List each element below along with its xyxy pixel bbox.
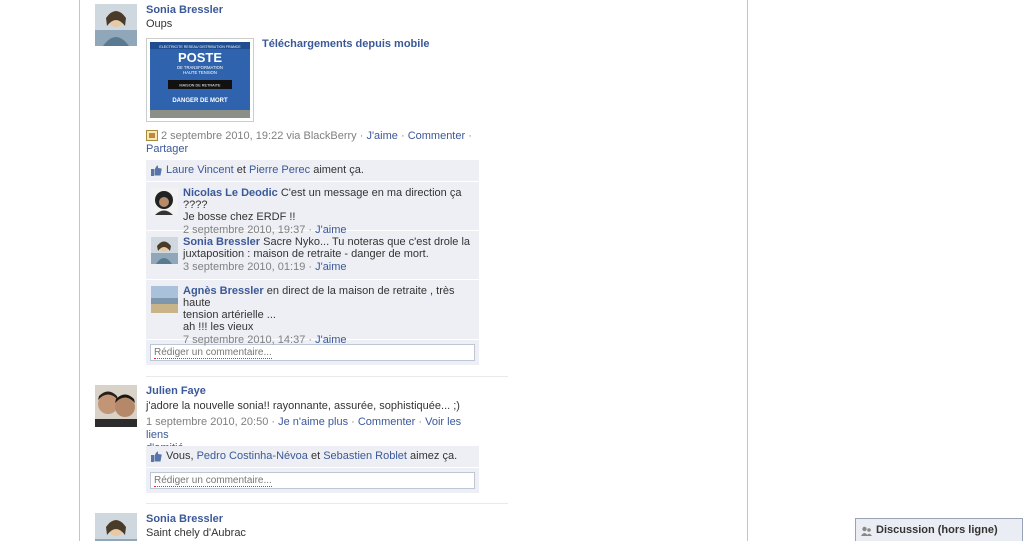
comment-link[interactable]: Commenter: [358, 416, 415, 428]
comment-item: Agnès Bressler en direct de la maison de…: [146, 280, 479, 346]
post-author[interactable]: Julien Faye: [146, 385, 460, 398]
post-separator: [146, 376, 508, 377]
commenter-avatar[interactable]: [151, 188, 178, 215]
commenter-avatar[interactable]: [151, 286, 178, 313]
avatar[interactable]: [95, 4, 137, 46]
likes-row: Vous, Pedro Costinha-Névoa et Sebastien …: [146, 446, 479, 468]
chat-label: Discussion (hors ligne): [876, 524, 998, 536]
comment-like-link[interactable]: J'aime: [315, 261, 346, 273]
sign-danger: DANGER DE MORT: [172, 98, 228, 104]
comment-text-line2: Je bosse chez ERDF !!: [183, 211, 296, 223]
comment-text-line2: juxtaposition : maison de retraite - dan…: [183, 248, 429, 260]
mobile-icon: [146, 130, 158, 141]
comment-input[interactable]: Rédiger un commentaire...: [150, 344, 475, 361]
comment-date: 3 septembre 2010, 01:19: [183, 261, 306, 273]
chat-users-icon: [861, 526, 872, 536]
comment-placeholder: Rédiger un commentaire...: [154, 347, 272, 359]
liker-link[interactable]: Pedro Costinha-Névoa: [197, 450, 308, 462]
post-text: Oups: [146, 18, 173, 30]
likes-row: Laure Vincent et Pierre Perec aiment ça.: [146, 160, 479, 182]
likes-suffix: aiment ça.: [313, 164, 364, 176]
right-column-border: [747, 0, 748, 541]
likes-suffix: aimez ça.: [410, 450, 458, 462]
likes-and: et: [236, 164, 246, 176]
comment-text-line2: tension artérielle ...: [183, 309, 276, 321]
liker-link[interactable]: Pierre Perec: [249, 164, 310, 176]
thumbs-up-icon: [151, 165, 162, 176]
comment-link[interactable]: Commenter: [408, 130, 465, 142]
share-link[interactable]: Partager: [146, 143, 188, 155]
likes-prefix: Vous,: [166, 450, 194, 462]
sign-main: POSTE: [178, 50, 222, 65]
post-date: 1 septembre 2010, 20:50: [146, 416, 269, 428]
comment-box: Rédiger un commentaire...: [146, 468, 479, 493]
like-link[interactable]: J'aime: [366, 130, 397, 142]
left-column-border: [79, 0, 80, 541]
comment-author[interactable]: Agnès Bressler: [183, 285, 264, 297]
sign-top: ELECTRICITE RESEAU DISTRIBUTION FRANCE: [159, 45, 241, 49]
comment-date: 7 septembre 2010, 14:37: [183, 334, 306, 346]
feedback-box: Laure Vincent et Pierre Perec aiment ça.…: [146, 160, 479, 365]
comment-like-link[interactable]: J'aime: [315, 334, 346, 346]
comment-item: Sonia Bressler Sacre Nyko... Tu noteras …: [146, 231, 479, 280]
avatar[interactable]: [95, 513, 137, 541]
unlike-link[interactable]: Je n'aime plus: [278, 416, 348, 428]
attachment-title[interactable]: Téléchargements depuis mobile: [262, 38, 430, 50]
sign-sub2: HAUTE TENSION: [183, 70, 217, 75]
comment-input[interactable]: Rédiger un commentaire...: [150, 472, 475, 489]
comment-text-line3: ah !!! les vieux: [183, 321, 254, 333]
post-separator: [146, 503, 508, 504]
post-text: j'adore la nouvelle sonia!! rayonnante, …: [146, 400, 460, 412]
likes-and: et: [310, 450, 321, 462]
commenter-avatar[interactable]: [151, 237, 178, 264]
liker-link[interactable]: Sebastien Roblet: [323, 450, 407, 462]
liker-link[interactable]: Laure Vincent: [166, 164, 234, 176]
comment-author[interactable]: Nicolas Le Deodic: [183, 187, 278, 199]
avatar[interactable]: [95, 385, 137, 427]
post-author[interactable]: Sonia Bressler: [146, 4, 223, 17]
comment-author[interactable]: Sonia Bressler: [183, 236, 260, 248]
attachment-photo[interactable]: ELECTRICITE RESEAU DISTRIBUTION FRANCE P…: [146, 38, 254, 122]
comment-text: Sacre Nyko... Tu noteras que c'est drole…: [263, 236, 471, 248]
comment-placeholder: Rédiger un commentaire...: [154, 475, 272, 487]
post-text: Saint chely d'Aubrac: [146, 527, 246, 539]
feedback-box: Vous, Pedro Costinha-Névoa et Sebastien …: [146, 446, 479, 493]
post-author[interactable]: Sonia Bressler: [146, 513, 246, 526]
chat-bar[interactable]: Discussion (hors ligne): [855, 518, 1023, 541]
comment-item: Nicolas Le Deodic C'est un message en ma…: [146, 182, 479, 236]
post-meta: 2 septembre 2010, 19:22 via BlackBerry ·…: [146, 130, 472, 155]
sign-plate: MAISON DE RETRAITE: [179, 84, 221, 88]
thumbs-up-icon: [151, 451, 162, 462]
post-date: 2 septembre 2010, 19:22 via BlackBerry: [161, 130, 357, 142]
